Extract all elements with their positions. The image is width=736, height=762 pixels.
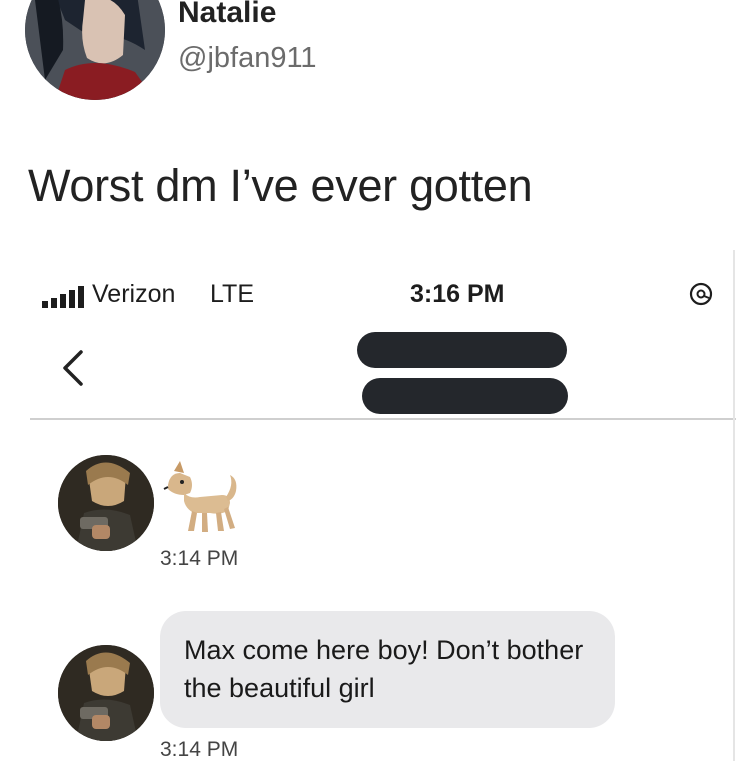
chevron-left-icon[interactable] (55, 348, 95, 388)
redacted-contact-handle (362, 378, 568, 414)
message-timestamp: 3:14 PM (160, 738, 239, 761)
tweet-text: Worst dm I’ve ever gotten (28, 160, 533, 211)
network-type: LTE (210, 280, 254, 308)
status-time: 3:16 PM (410, 280, 505, 308)
avatar-portrait (58, 645, 154, 741)
signal-bars-icon (42, 286, 84, 308)
conversation-nav-bar (0, 326, 736, 422)
avatar-portrait (58, 455, 154, 551)
nav-divider (30, 418, 736, 420)
display-name[interactable]: Natalie (178, 0, 276, 30)
message-bubble[interactable]: Max come here boy! Don’t bother the beau… (160, 611, 615, 728)
message-timestamp: 3:14 PM (160, 547, 239, 570)
user-handle[interactable]: @jbfan911 (178, 42, 317, 75)
sender-avatar[interactable] (58, 455, 154, 551)
sender-avatar[interactable] (58, 645, 154, 741)
phone-status-bar: Verizon LTE 3:16 PM (40, 280, 730, 314)
carrier-name: Verizon (92, 280, 176, 308)
redacted-contact-name (357, 332, 567, 368)
dog-emoji (163, 461, 237, 532)
orientation-lock-icon (689, 282, 713, 306)
profile-avatar[interactable] (25, 0, 165, 100)
screenshot-edge (733, 250, 735, 761)
avatar-portrait (25, 0, 165, 100)
